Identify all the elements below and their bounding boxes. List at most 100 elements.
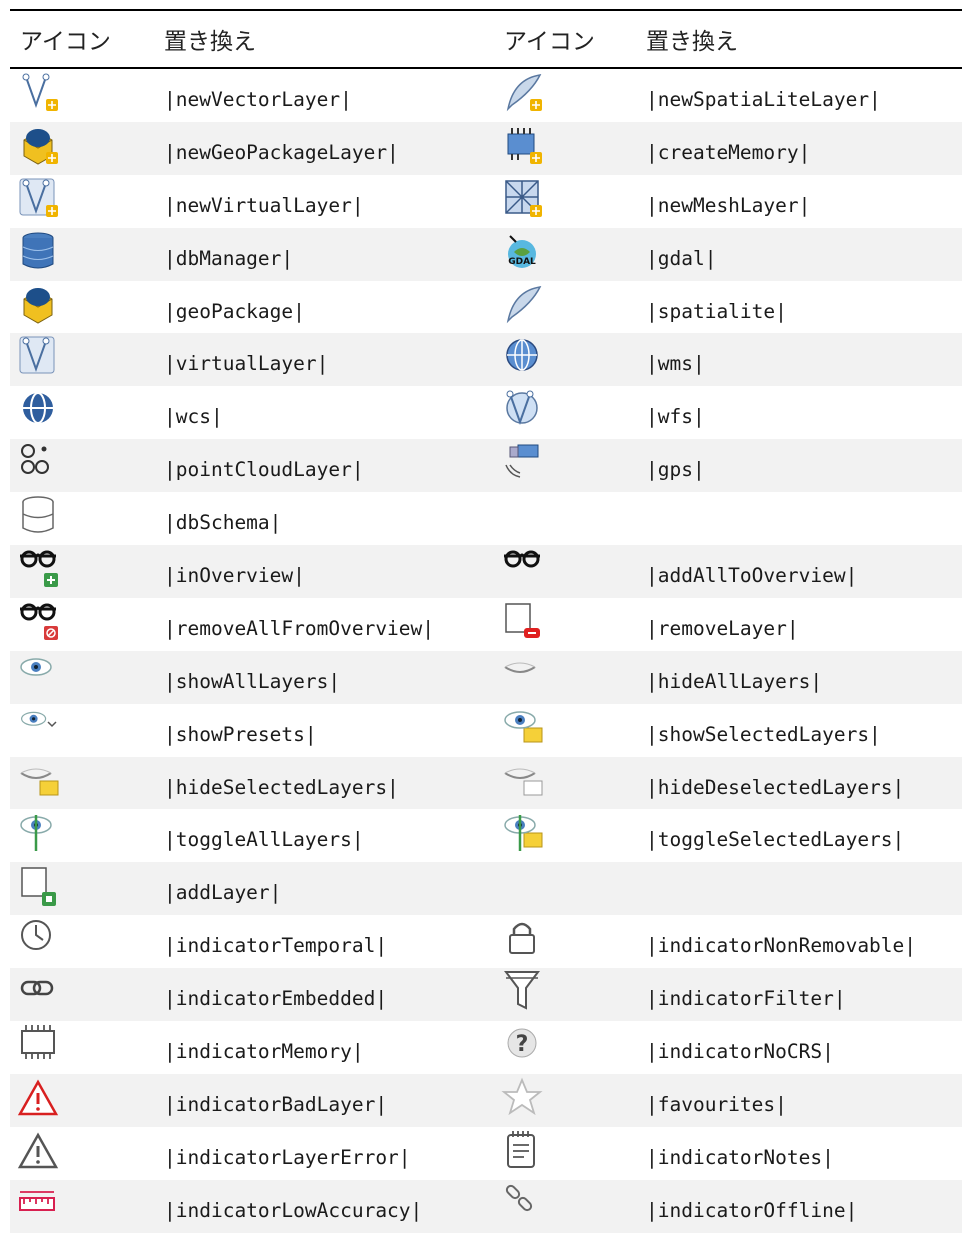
replacement-cell: |wcs| (146, 386, 494, 439)
icon-cell (10, 1180, 146, 1233)
table-row: |indicatorEmbedded| |indicatorFilter| (10, 968, 962, 1022)
substitution-code: |indicatorNoCRS| (646, 1040, 834, 1064)
icon-cell (494, 333, 628, 386)
substitution-code: |newSpatiaLiteLayer| (646, 88, 881, 111)
icon-cell (10, 69, 146, 122)
substitution-code: |geoPackage| (164, 299, 305, 323)
replacement-cell: |virtualLayer| (146, 333, 494, 386)
table-row: |newVirtualLayer| |newMeshLayer| (10, 175, 962, 228)
db-manager-icon (16, 230, 62, 274)
table-row: |toggleAllLayers| |toggleSelectedLayers| (10, 809, 962, 862)
substitution-code: |indicatorNotes| (646, 1145, 834, 1169)
table-row: |indicatorBadLayer| |favourites| (10, 1073, 962, 1127)
table-row: |geoPackage| |spatialite| (10, 281, 962, 334)
substitution-code: |indicatorEmbedded| (164, 987, 388, 1011)
icon-cell (10, 333, 146, 386)
icon-cell (10, 598, 146, 651)
replacement-cell: |gps| (628, 439, 962, 492)
replacement-cell: |newVirtualLayer| (146, 175, 494, 228)
substitution-code: |wcs| (164, 405, 223, 429)
toggle-selected-layers-icon (500, 811, 546, 855)
replacement-cell: |favourites| (628, 1074, 962, 1127)
replacement-cell: |newMeshLayer| (628, 175, 962, 228)
icon-cell (494, 862, 628, 915)
replacement-cell: |newVectorLayer| (146, 69, 494, 122)
add-layer-icon (16, 864, 62, 908)
table-row: |newGeoPackageLayer| |createMemory| (10, 121, 962, 175)
new-virtual-layer-icon (16, 177, 62, 221)
db-schema-icon (16, 494, 62, 538)
table-row: |indicatorTemporal| |indicatorNonRemovabl… (10, 915, 962, 968)
substitution-code: |createMemory| (646, 140, 811, 164)
new-geopackage-layer-icon (16, 124, 62, 168)
replacement-cell: |createMemory| (628, 122, 962, 175)
icon-cell (10, 492, 146, 545)
replacement-cell: |hideSelectedLayers| (146, 757, 494, 810)
replacement-cell: |indicatorBadLayer| (146, 1074, 494, 1127)
substitution-code: |indicatorNonRemovable| (646, 934, 917, 958)
icon-cell (10, 1127, 146, 1180)
substitution-code: |newGeoPackageLayer| (164, 140, 399, 164)
replacement-cell: |indicatorNonRemovable| (628, 915, 962, 968)
toggle-all-layers-icon (16, 811, 62, 855)
substitution-code: |newMeshLayer| (646, 193, 811, 217)
header-replace-1: 置き換え (164, 29, 256, 55)
icon-cell (10, 757, 146, 810)
table-row: |indicatorLowAccuracy| |indicatorOffline| (10, 1179, 962, 1233)
replacement-cell: |gdal| (628, 228, 962, 281)
substitution-code: |indicatorOffline| (646, 1198, 858, 1222)
substitution-code: |showPresets| (164, 722, 317, 746)
indicator-notes-icon (500, 1129, 546, 1173)
substitution-code: |hideDeselectedLayers| (646, 775, 905, 799)
replacement-cell: |indicatorNotes| (628, 1127, 962, 1180)
new-vector-layer-icon (16, 71, 62, 115)
wms-icon (500, 335, 546, 379)
replacement-cell: |indicatorTemporal| (146, 915, 494, 968)
substitution-code: |indicatorFilter| (646, 987, 846, 1011)
substitution-code: |addAllToOverview| (646, 564, 858, 588)
icon-cell (10, 809, 146, 862)
table-row: |newVectorLayer| |newSpatiaLiteLayer| (10, 69, 962, 122)
indicator-non-removable-icon (500, 917, 546, 961)
icon-cell (10, 386, 146, 439)
show-all-layers-icon (16, 653, 62, 697)
spatialite-icon (500, 283, 546, 327)
replacement-cell: |addAllToOverview| (628, 545, 962, 598)
replacement-cell: |indicatorEmbedded| (146, 968, 494, 1021)
favourites-icon (500, 1076, 546, 1120)
icon-cell (494, 281, 628, 334)
icon-cell (494, 1074, 628, 1127)
icon-cell (10, 1074, 146, 1127)
substitution-code: |removeAllFromOverview| (164, 616, 435, 640)
create-memory-icon (500, 124, 546, 168)
virtual-layer-icon (16, 335, 62, 379)
table-row: |virtualLayer| |wms| (10, 333, 962, 387)
icon-cell (10, 545, 146, 598)
table-row: |pointCloudLayer| |gps| (10, 439, 962, 493)
replacement-cell: |hideDeselectedLayers| (628, 757, 962, 810)
replacement-cell (628, 862, 962, 915)
substitution-code: |dbSchema| (164, 511, 282, 535)
icon-substitution-table: アイコン 置き換え アイコン 置き換え |newVectorLayer| |new… (10, 9, 962, 1233)
substitution-code: |gps| (646, 458, 705, 482)
icon-cell: GDAL (494, 228, 628, 281)
indicator-layer-error-icon (16, 1129, 62, 1173)
substitution-code: |hideAllLayers| (646, 669, 823, 693)
replacement-cell: |wfs| (628, 386, 962, 439)
table-row: |dbManager| GDAL |gdal| (10, 227, 962, 281)
icon-cell (494, 122, 628, 175)
icon-cell (10, 122, 146, 175)
table-header: アイコン 置き換え アイコン 置き換え (10, 11, 962, 69)
indicator-offline-icon (500, 1182, 546, 1226)
substitution-code: |toggleSelectedLayers| (646, 828, 905, 852)
replacement-cell: |indicatorOffline| (628, 1180, 962, 1233)
substitution-code: |wfs| (646, 405, 705, 429)
gps-icon (500, 441, 546, 485)
replacement-cell: |geoPackage| (146, 281, 494, 334)
replacement-cell: |removeLayer| (628, 598, 962, 651)
svg-text:?: ? (516, 1032, 529, 1057)
replacement-cell: |showPresets| (146, 704, 494, 757)
replacement-cell: |indicatorLayerError| (146, 1127, 494, 1180)
substitution-code: |dbManager| (164, 246, 294, 270)
substitution-code: |wms| (646, 352, 705, 376)
